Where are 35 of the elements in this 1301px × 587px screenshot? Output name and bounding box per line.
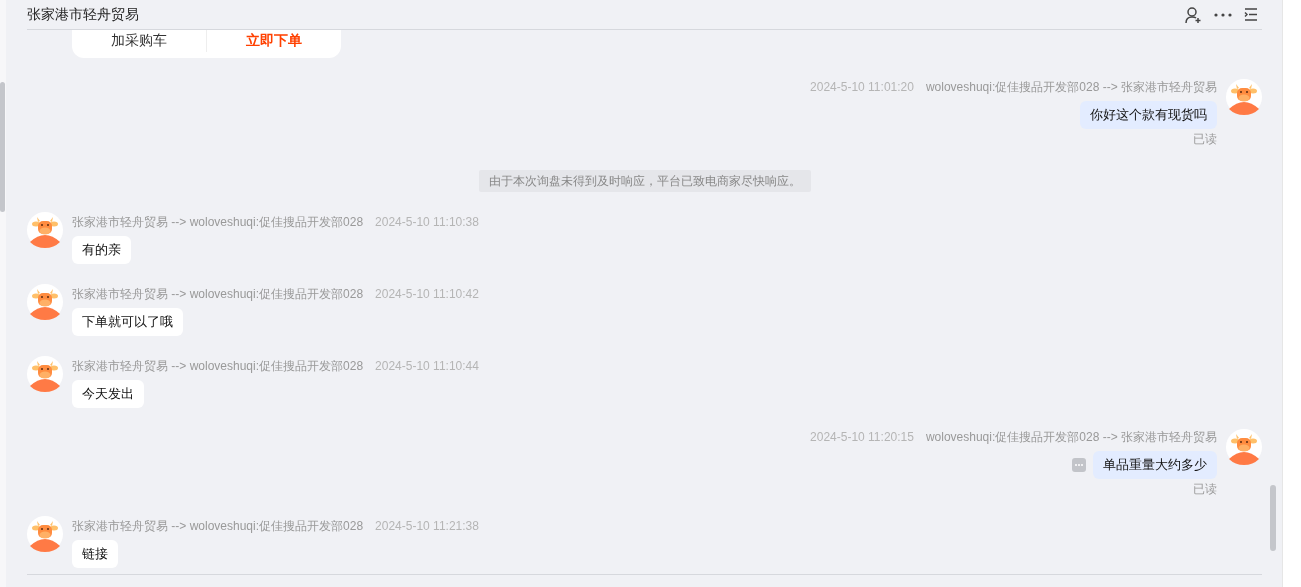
sender-route: woloveshuqi:促佳搜品开发部028 --> 张家港市轻舟贸易 <box>925 79 1217 95</box>
sender-route: woloveshuqi:促佳搜品开发部028 --> 张家港市轻舟贸易 <box>925 429 1217 445</box>
read-status: 已读 <box>1193 482 1217 496</box>
message-time: 2024-5-10 11:10:38 <box>375 214 479 230</box>
order-now-button[interactable]: 立即下单 <box>206 30 341 52</box>
message-bubble: 你好这个款有现货吗 <box>1080 101 1217 129</box>
message-time: 2024-5-10 11:10:42 <box>375 286 479 302</box>
add-user-icon[interactable] <box>1184 5 1202 24</box>
message-bubble: 今天发出 <box>72 380 144 408</box>
cow-avatar <box>1226 79 1262 115</box>
scrollbar-thumb[interactable] <box>0 82 5 212</box>
cow-avatar <box>27 516 63 552</box>
message-bubble: 下单就可以了哦 <box>72 308 183 336</box>
system-notice: 由于本次询盘未得到及时响应，平台已致电商家尽快响应。 <box>478 170 811 192</box>
sender-route: 张家港市轻舟贸易 --> woloveshuqi:促佳搜品开发部028 <box>72 358 364 374</box>
menu-icon[interactable] <box>1244 8 1258 21</box>
read-status: 已读 <box>1193 132 1217 146</box>
sender-route: 张家港市轻舟贸易 --> woloveshuqi:促佳搜品开发部028 <box>72 214 364 230</box>
message-time: 2024-5-10 11:21:38 <box>375 518 479 534</box>
cow-avatar <box>27 284 63 320</box>
message-time: 2024-5-10 11:20:15 <box>810 429 914 445</box>
scrollbar-thumb[interactable] <box>1270 485 1276 551</box>
message-time: 2024-5-10 11:01:20 <box>810 79 914 95</box>
message-bubble: 单品重量大约多少 <box>1093 451 1217 479</box>
sender-route: 张家港市轻舟贸易 --> woloveshuqi:促佳搜品开发部028 <box>72 286 364 302</box>
cow-avatar <box>27 356 63 392</box>
message-bubble: 有的亲 <box>72 236 131 264</box>
sender-route: 张家港市轻舟贸易 --> woloveshuqi:促佳搜品开发部028 <box>72 518 364 534</box>
cow-avatar <box>27 212 63 248</box>
cow-avatar <box>1226 429 1262 465</box>
message-bubble: 链接 <box>72 540 118 568</box>
more-icon[interactable] <box>1214 12 1232 17</box>
add-to-cart-button[interactable]: 加采购车 <box>72 30 206 52</box>
message-time: 2024-5-10 11:10:44 <box>375 358 479 374</box>
chat-title: 张家港市轻舟贸易 <box>27 5 139 24</box>
